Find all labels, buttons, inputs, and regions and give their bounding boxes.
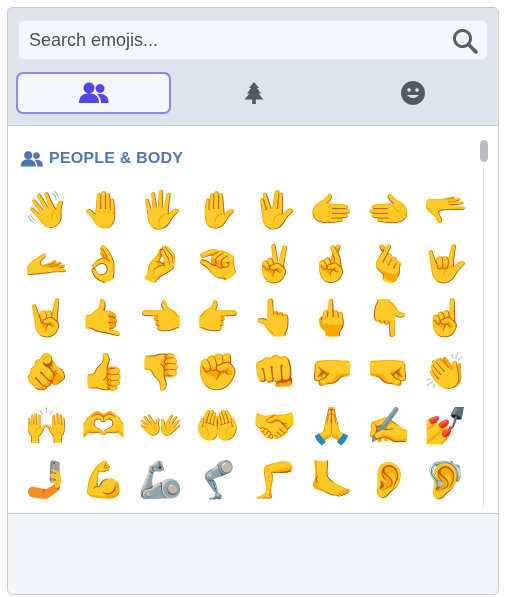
scrollbar-track-line — [483, 164, 484, 510]
emoji-button[interactable]: 🤟 — [417, 238, 474, 292]
emoji-button[interactable]: 🤝 — [246, 400, 303, 454]
users-icon — [20, 151, 43, 167]
emoji-button[interactable]: 👆 — [246, 292, 303, 346]
tree-icon — [244, 82, 263, 104]
category-title: PEOPLE & BODY — [49, 150, 184, 167]
tab-people[interactable] — [16, 72, 171, 114]
emoji-button[interactable]: 🦵 — [246, 454, 303, 504]
emoji-button[interactable]: ✋ — [189, 184, 246, 238]
emoji-button[interactable]: 🤛 — [303, 346, 360, 400]
tab-smileys[interactable] — [335, 72, 490, 114]
emoji-button[interactable]: 🤳 — [18, 454, 75, 504]
emoji-button[interactable]: 👍 — [75, 346, 132, 400]
emoji-button[interactable]: 🫴 — [18, 238, 75, 292]
emoji-button[interactable]: 🫵 — [18, 346, 75, 400]
emoji-button[interactable]: 🤚 — [75, 184, 132, 238]
emoji-picker: PEOPLE & BODY 👋🤚🖐️✋🖖🫱🫲🫳 🫴👌🤌🤏✌️🤞🫰🤟 🤘🤙👈👉👆🖕👇☝… — [7, 7, 499, 595]
emoji-button[interactable]: 🫳 — [417, 184, 474, 238]
emoji-button[interactable]: 🖖 — [246, 184, 303, 238]
smiley-icon — [400, 81, 425, 105]
search-icon[interactable] — [451, 27, 479, 55]
emoji-button[interactable]: 🦻 — [417, 454, 474, 504]
emoji-button[interactable]: 🤙 — [75, 292, 132, 346]
emoji-button[interactable]: 🦾 — [132, 454, 189, 504]
emoji-button[interactable]: 🫲 — [360, 184, 417, 238]
emoji-button[interactable]: 🤲 — [189, 400, 246, 454]
category-tabs — [16, 72, 490, 114]
emoji-button[interactable]: 🦿 — [189, 454, 246, 504]
emoji-button[interactable]: 🤏 — [189, 238, 246, 292]
emoji-button[interactable]: 🫱 — [303, 184, 360, 238]
emoji-button[interactable]: 🙏 — [303, 400, 360, 454]
emoji-grid: 👋 🤚 🖐️ ✋ 🖖 🫱 🫲 🫳 🫴 👌 🤌 🤏 ✌️ 🤞 🫰 🤟 🤘 🤙 👈 👉 👆 🖕 👇 ☝️ 🫵 👍 👎 ✊ 👊 🤛 🤜 👏 🙌 🫶 👐 🤲 🤝… — [18, 184, 474, 504]
emoji-button[interactable]: 💪 — [75, 454, 132, 504]
emoji-button[interactable]: 👌 — [75, 238, 132, 292]
picker-header — [8, 8, 498, 126]
emoji-button[interactable]: 👂 — [360, 454, 417, 504]
emoji-button[interactable]: 👊 — [246, 346, 303, 400]
emoji-button[interactable]: 🤞 — [303, 238, 360, 292]
emoji-button[interactable]: 🫶 — [75, 400, 132, 454]
emoji-button[interactable]: 🤌 — [132, 238, 189, 292]
emoji-button[interactable]: 🖕 — [303, 292, 360, 346]
emoji-button[interactable]: 🦶 — [303, 454, 360, 504]
scrollbar-thumb[interactable] — [480, 140, 488, 162]
tab-nature[interactable] — [176, 72, 331, 114]
scrollbar[interactable] — [478, 138, 490, 510]
emoji-list: PEOPLE & BODY 👋 🤚 🖐️ ✋ 🖖 🫱 🫲 🫳 🫴 👌 🤌 🤏 ✌️ 🤞 🫰 🤟 🤘 🤙 👈 👉 👆 🖕 👇 ☝… — [8, 126, 498, 514]
picker-footer — [8, 514, 498, 594]
category-header: PEOPLE & BODY — [20, 148, 183, 170]
emoji-button[interactable]: 👇 — [360, 292, 417, 346]
emoji-button[interactable]: 👎 — [132, 346, 189, 400]
search-box[interactable] — [18, 20, 488, 60]
emoji-button[interactable]: ✍️ — [360, 400, 417, 454]
emoji-button[interactable]: 👏 — [417, 346, 474, 400]
emoji-button[interactable]: 👉 — [189, 292, 246, 346]
emoji-button[interactable]: 🤘 — [18, 292, 75, 346]
emoji-button[interactable]: ✊ — [189, 346, 246, 400]
emoji-button[interactable]: 🫰 — [360, 238, 417, 292]
emoji-button[interactable]: 👋 — [18, 184, 75, 238]
emoji-button[interactable]: 💅 — [417, 400, 474, 454]
emoji-button[interactable]: 👐 — [132, 400, 189, 454]
emoji-button[interactable]: 👈 — [132, 292, 189, 346]
emoji-button[interactable]: ✌️ — [246, 238, 303, 292]
users-icon — [78, 82, 108, 103]
emoji-button[interactable]: 🖐️ — [132, 184, 189, 238]
emoji-button[interactable]: ☝️ — [417, 292, 474, 346]
emoji-button[interactable]: 🙌 — [18, 400, 75, 454]
search-input[interactable] — [19, 21, 449, 59]
emoji-button[interactable]: 🤜 — [360, 346, 417, 400]
